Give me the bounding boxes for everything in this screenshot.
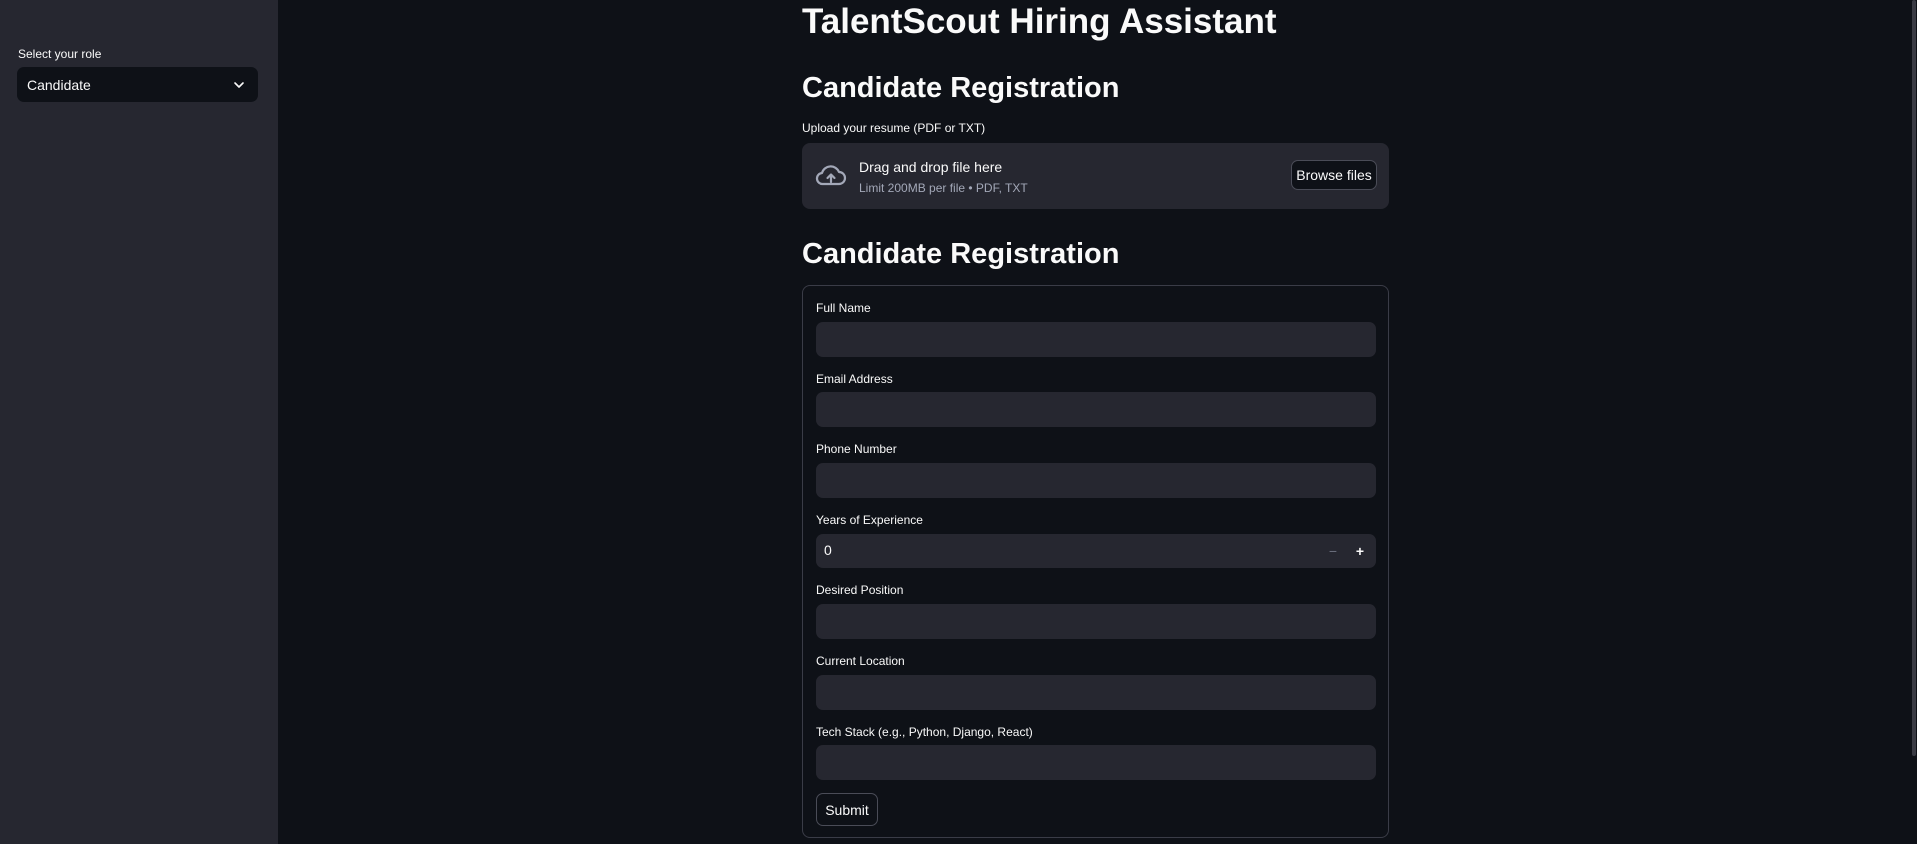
tech-stack-label: Tech Stack (e.g., Python, Django, React)	[816, 725, 1033, 739]
location-label: Current Location	[816, 654, 905, 668]
registration-form: Full Name Email Address Phone Number Yea…	[802, 285, 1389, 838]
phone-label: Phone Number	[816, 442, 897, 456]
file-dropzone[interactable]: Drag and drop file here Limit 200MB per …	[802, 143, 1389, 209]
cloud-upload-icon	[815, 165, 847, 186]
dropzone-instruction: Drag and drop file here	[859, 159, 1003, 175]
upload-section-title: Candidate Registration	[802, 72, 1120, 104]
phone-input[interactable]	[816, 463, 1376, 498]
chevron-down-icon	[234, 81, 244, 88]
experience-label: Years of Experience	[816, 513, 923, 527]
increment-button[interactable]: +	[1347, 538, 1373, 564]
scrollbar-thumb[interactable]	[1912, 0, 1916, 756]
role-select[interactable]: Candidate	[17, 67, 258, 102]
position-label: Desired Position	[816, 583, 904, 597]
role-select-value: Candidate	[27, 76, 91, 93]
app-root: Select your role Candidate TalentScout H…	[0, 0, 1917, 844]
form-section-title: Candidate Registration	[802, 238, 1120, 270]
full-name-input[interactable]	[816, 322, 1376, 357]
experience-stepper[interactable]: 0 − +	[816, 534, 1376, 568]
full-name-label: Full Name	[816, 301, 871, 315]
dropzone-limit: Limit 200MB per file • PDF, TXT	[859, 181, 1028, 195]
decrement-button[interactable]: −	[1320, 538, 1346, 564]
email-label: Email Address	[816, 372, 893, 386]
experience-value[interactable]: 0	[824, 542, 832, 558]
upload-label: Upload your resume (PDF or TXT)	[802, 121, 986, 135]
location-input[interactable]	[816, 675, 1376, 710]
role-select-label: Select your role	[18, 47, 102, 61]
tech-stack-input[interactable]	[816, 745, 1376, 780]
position-input[interactable]	[816, 604, 1376, 639]
page-title: TalentScout Hiring Assistant	[802, 2, 1277, 41]
email-input[interactable]	[816, 392, 1376, 427]
browse-files-button[interactable]: Browse files	[1291, 160, 1377, 190]
sidebar: Select your role Candidate	[0, 0, 278, 844]
submit-button[interactable]: Submit	[816, 793, 878, 826]
